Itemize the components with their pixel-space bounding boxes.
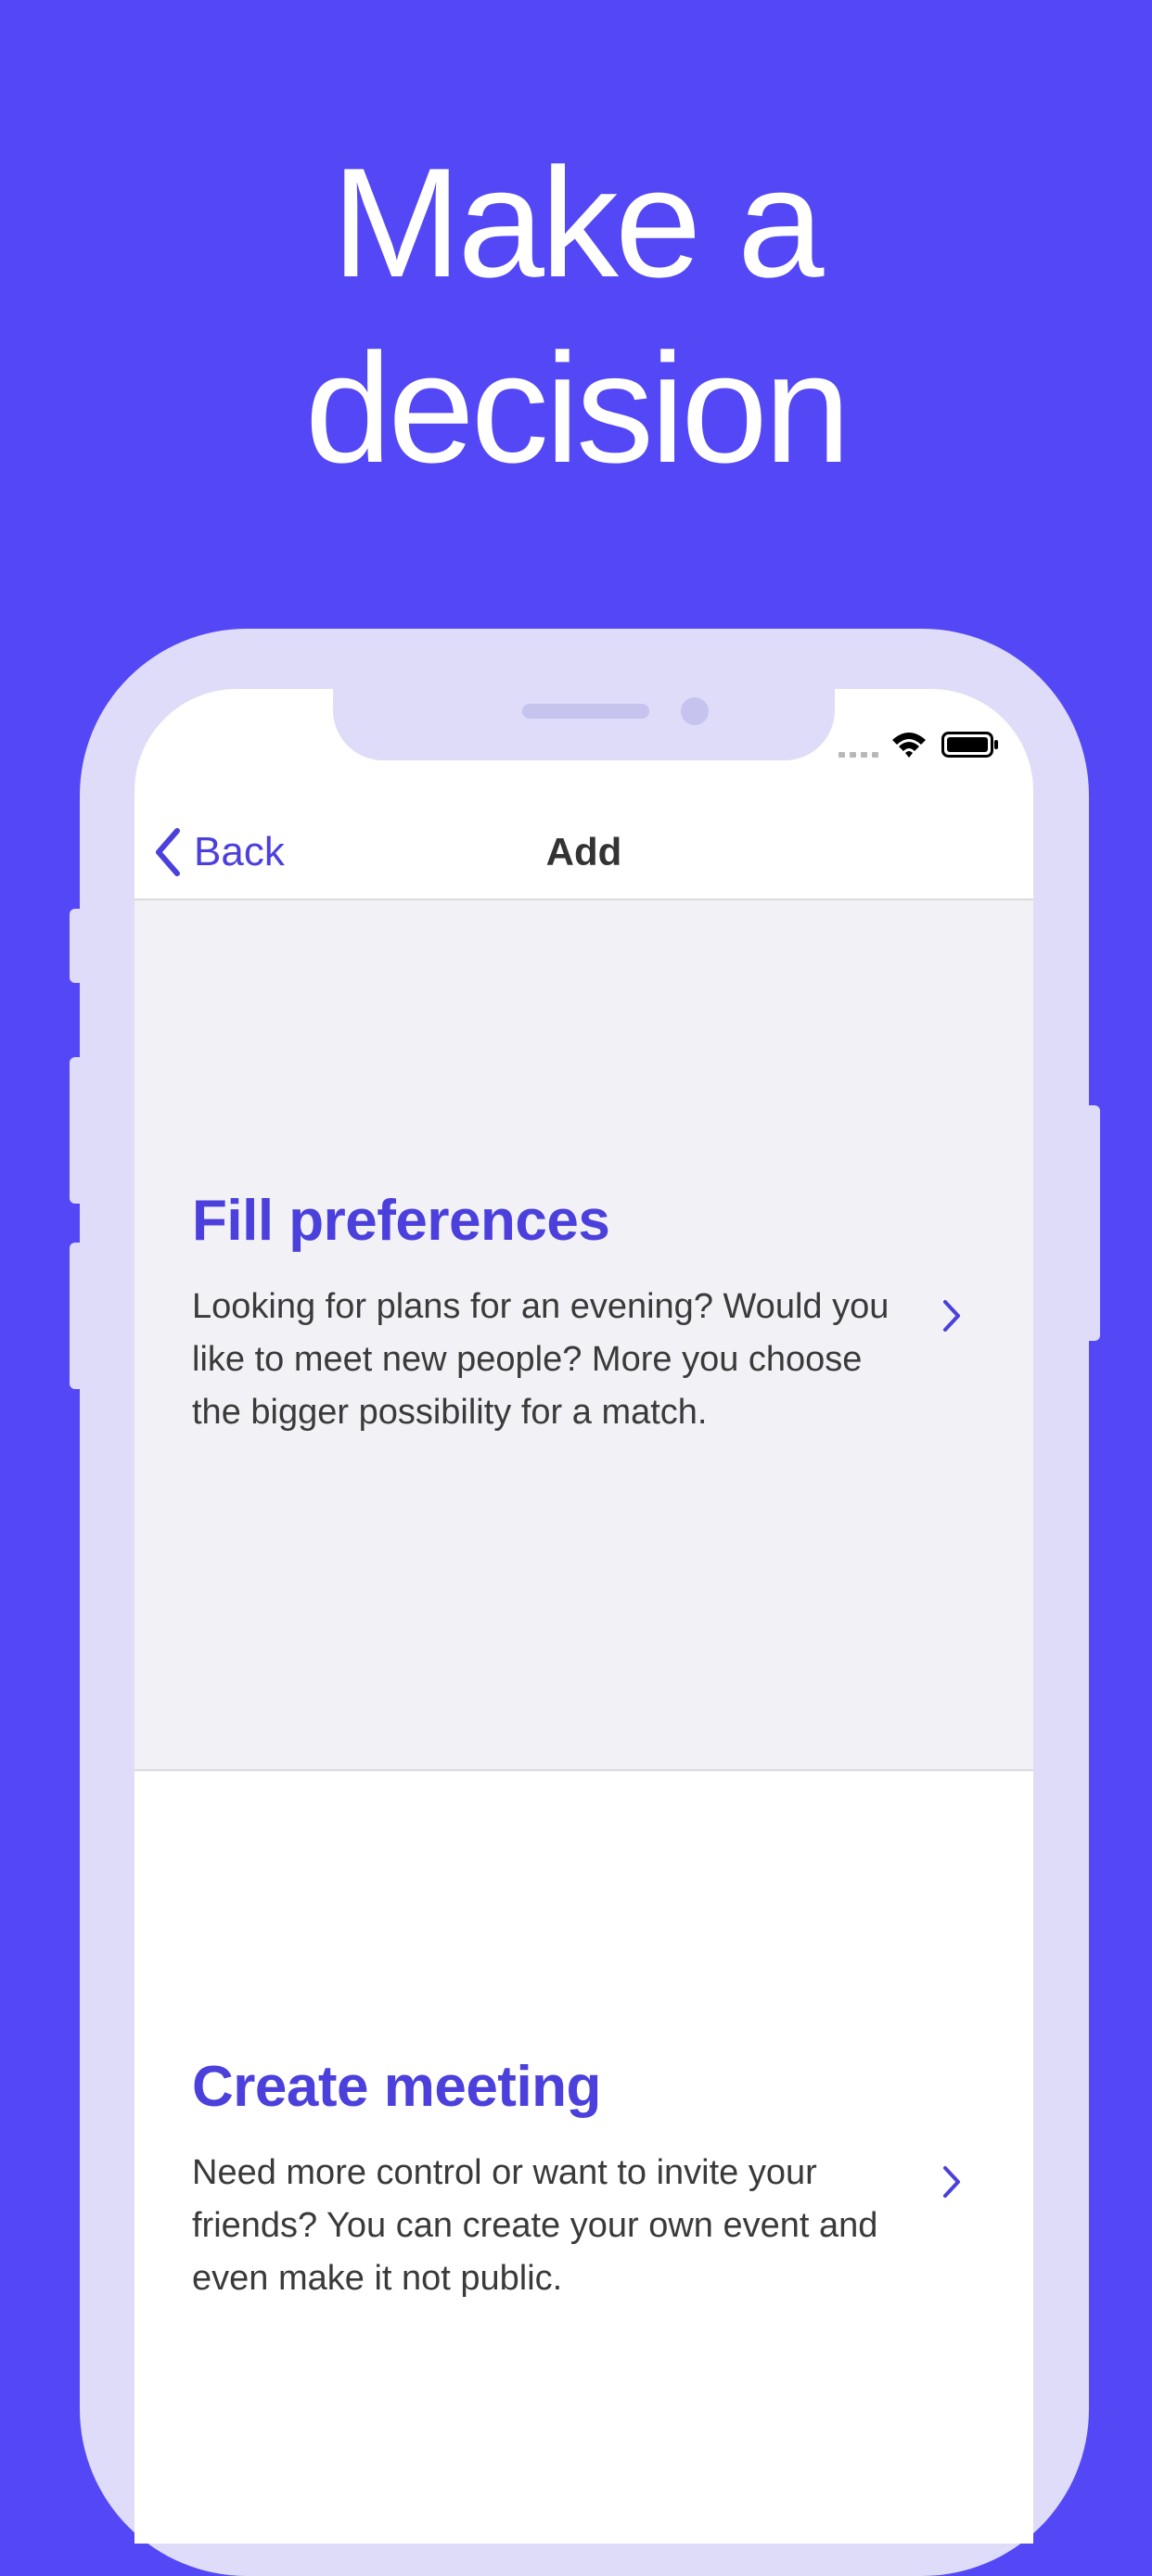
- wifi-icon: [892, 733, 926, 758]
- option-title: Fill preferences: [192, 1189, 610, 1253]
- phone-power-button: [1087, 1105, 1100, 1341]
- phone-screen: Back Add Fill preferences Looking for pl…: [134, 689, 1033, 2544]
- phone-speaker: [522, 704, 649, 719]
- create-meeting-option[interactable]: Create meeting Need more control or want…: [134, 1771, 1033, 2544]
- headline-line-1: Make a: [331, 135, 825, 310]
- option-title: Create meeting: [192, 2055, 601, 2119]
- headline-line-2: decision: [304, 321, 851, 495]
- chevron-right-icon: [943, 1300, 960, 1332]
- phone-notch: [333, 689, 835, 760]
- navigation-bar: Back Add: [134, 800, 1033, 900]
- chevron-right-icon: [943, 2166, 960, 2198]
- signal-icon: [838, 752, 878, 758]
- fill-preferences-option[interactable]: Fill preferences Looking for plans for a…: [134, 900, 1033, 1771]
- page-title: Add: [545, 830, 622, 874]
- option-description: Looking for plans for an evening? Would …: [192, 1287, 890, 1432]
- battery-icon: [941, 732, 998, 758]
- phone-camera: [681, 697, 709, 725]
- option-description: Need more control or want to invite your…: [192, 2153, 878, 2298]
- headline: Make a decision: [0, 130, 1152, 501]
